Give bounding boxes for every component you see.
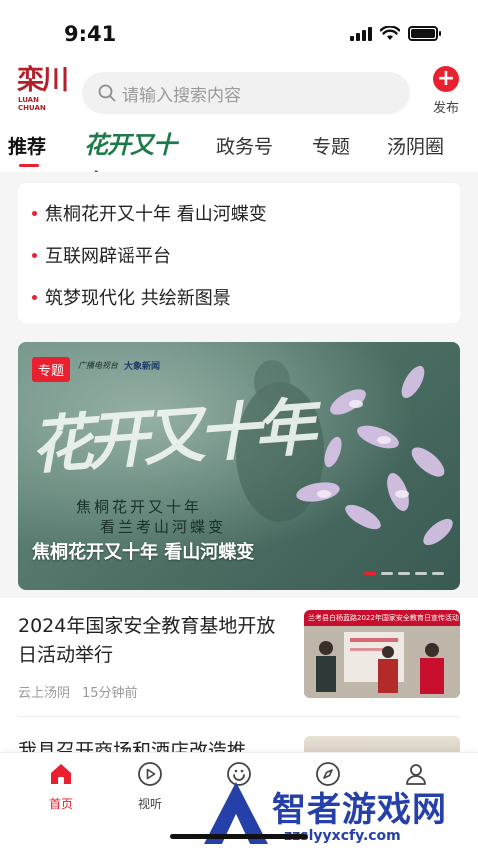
thumbnail-banner-text: 兰考县白杨蓝路2022年国家安全教育日宣传活动 bbox=[304, 610, 460, 626]
tab-tangyin-circle[interactable]: 汤阴圈 bbox=[387, 132, 444, 159]
watermark-title: 智者游戏网 bbox=[272, 790, 447, 830]
banner-subtitle-line-2: 看兰考山河蝶变 bbox=[100, 518, 227, 536]
channel-tabs: 推荐 花开又十年 政务号 专题 汤阴圈 bbox=[0, 126, 478, 197]
carousel-dot bbox=[381, 572, 393, 575]
battery-icon bbox=[408, 26, 441, 41]
nav-tab-video[interactable]: 视听 bbox=[120, 761, 180, 812]
tab-topics[interactable]: 专题 bbox=[312, 132, 350, 159]
play-icon bbox=[138, 762, 162, 786]
publish-button[interactable]: + 发布 bbox=[426, 66, 466, 116]
headline-item[interactable]: 焦桐花开又十年 看山河蝶变 bbox=[32, 200, 267, 226]
headline-text: 筑梦现代化 共绘新图景 bbox=[45, 288, 231, 309]
featured-banner[interactable]: 专题 广播电视台 大象新闻 花开又十年 焦桐花开又十年 看兰考山河蝶变 焦桐花开… bbox=[18, 342, 460, 590]
logo-en-line-2: CHUAN bbox=[18, 104, 46, 112]
headline-text: 互联网辟谣平台 bbox=[45, 246, 171, 267]
list-divider bbox=[18, 716, 460, 717]
app-logo[interactable]: 栾川 LUAN CHUAN bbox=[14, 66, 70, 120]
carousel-dot-active bbox=[364, 572, 376, 575]
news-time: 15分钟前 bbox=[82, 686, 138, 701]
thumbnail-people-image bbox=[304, 626, 460, 698]
carousel-dot bbox=[432, 572, 444, 575]
carousel-dot bbox=[415, 572, 427, 575]
headline-item[interactable]: 筑梦现代化 共绘新图景 bbox=[32, 284, 231, 310]
tab-brand-special[interactable]: 花开又十年 bbox=[84, 126, 184, 197]
nav-tab-home[interactable]: 首页 bbox=[31, 761, 91, 812]
tab-recommend[interactable]: 推荐 bbox=[8, 132, 46, 159]
logo-en-line-1: LUAN bbox=[18, 96, 39, 104]
home-icon bbox=[51, 764, 71, 784]
nav-label: 首页 bbox=[48, 797, 73, 811]
banner-caption: 焦桐花开又十年 看山河蝶变 bbox=[32, 542, 255, 563]
headline-card: 焦桐花开又十年 看山河蝶变 互联网辟谣平台 筑梦现代化 共绘新图景 bbox=[18, 183, 460, 323]
plus-icon: + bbox=[433, 66, 459, 92]
signal-icon bbox=[350, 26, 372, 41]
headline-text: 焦桐花开又十年 看山河蝶变 bbox=[45, 204, 267, 225]
banner-subtitle-line-1: 焦桐花开又十年 bbox=[76, 498, 203, 516]
bullet-icon bbox=[32, 252, 37, 258]
news-thumbnail[interactable]: 兰考县白杨蓝路2022年国家安全教育日宣传活动 bbox=[304, 610, 460, 698]
wifi-icon bbox=[380, 26, 400, 40]
bullet-icon bbox=[32, 294, 37, 300]
search-input[interactable]: 请输入搜索内容 bbox=[82, 72, 410, 114]
carousel-dot bbox=[398, 572, 410, 575]
tab-government[interactable]: 政务号 bbox=[216, 132, 273, 159]
logo-text: 栾川 bbox=[17, 65, 69, 96]
status-time: 9:41 bbox=[64, 22, 117, 46]
search-placeholder: 请输入搜索内容 bbox=[122, 85, 241, 106]
banner-tag-badge: 专题 bbox=[32, 357, 71, 382]
banner-source-news: 大象新闻 bbox=[124, 362, 161, 372]
carousel-indicator bbox=[364, 572, 444, 575]
home-indicator bbox=[170, 834, 308, 839]
status-icons bbox=[350, 26, 441, 41]
news-source: 云上汤阴 bbox=[18, 686, 71, 701]
status-bar: 9:41 bbox=[0, 0, 478, 64]
search-icon bbox=[98, 84, 116, 102]
headline-item[interactable]: 互联网辟谣平台 bbox=[32, 242, 171, 268]
publish-label: 发布 bbox=[432, 101, 459, 116]
bullet-icon bbox=[32, 210, 37, 216]
news-item-meta: 云上汤阴 15分钟前 bbox=[18, 682, 138, 701]
nav-label: 视听 bbox=[137, 797, 162, 811]
banner-source-tv: 广播电视台 bbox=[78, 361, 118, 370]
news-item-title[interactable]: 2024年国家安全教育基地开放日活动举行 bbox=[18, 612, 288, 670]
active-tab-indicator bbox=[19, 164, 39, 167]
